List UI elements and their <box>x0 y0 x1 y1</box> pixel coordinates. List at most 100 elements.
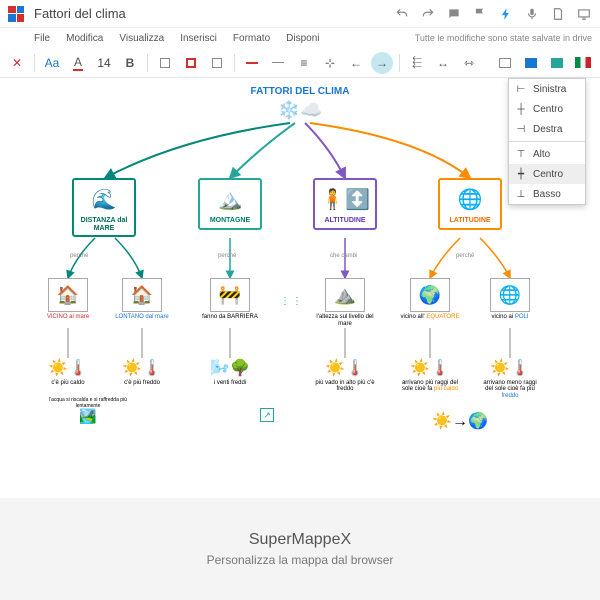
menu-disponi[interactable]: Disponi <box>286 33 319 44</box>
align-left-icon: ⊢ <box>515 83 527 95</box>
shape-button[interactable] <box>206 52 228 74</box>
menu-visualizza[interactable]: Visualizza <box>119 33 164 44</box>
document-title: Fattori del clima <box>34 6 394 21</box>
leaf-venti[interactable]: 🌬️🌳 i venti freddi <box>200 360 260 386</box>
leaf-icon: 🌬️🌳 <box>200 360 260 378</box>
leaf-sun-earth[interactable]: ☀️→🌍 <box>430 413 490 433</box>
node-distanza-mare[interactable]: 🌊 DISTANZA dal MARE <box>72 178 136 237</box>
redo-icon[interactable] <box>420 6 436 22</box>
dd-centro-v[interactable]: ┿ Centro <box>509 164 585 184</box>
align-center-v-icon: ┿ <box>515 168 527 180</box>
align-right-icon: ⊣ <box>515 123 527 135</box>
document-icon[interactable] <box>550 6 566 22</box>
align-center-icon[interactable]: ↔ <box>432 52 454 74</box>
sub-label: l'altezza sul livello del mare <box>315 314 375 327</box>
border-color-button[interactable] <box>180 52 202 74</box>
root-node-title[interactable]: FATTORI DEL CLIMA <box>251 86 350 97</box>
menu-modifica[interactable]: Modifica <box>66 33 103 44</box>
dd-basso[interactable]: ⊥Basso <box>509 184 585 204</box>
sub-label: VICINO al mare <box>47 314 89 320</box>
footer-banner: SuperMappeX Personalizza la mappa dal br… <box>0 498 600 600</box>
edge-label: perché <box>70 253 88 259</box>
sub-label: fanno da BARRIERA <box>200 314 260 321</box>
close-icon[interactable]: ✕ <box>6 52 28 74</box>
leaf-raggi-meno[interactable]: ☀️🌡️ arrivano meno raggi del sole cioè f… <box>480 360 540 399</box>
node-image-icon: 🧍↕️ <box>317 182 373 216</box>
leaf-label: arrivano meno raggi del sole cioè fa più… <box>480 380 540 400</box>
edge-label: perché <box>456 253 474 259</box>
leaf-caldo[interactable]: ☀️🌡️ c'è più caldo <box>38 360 98 386</box>
sub-poli[interactable]: 🌐 vicino ai POLI <box>480 278 540 321</box>
flag-icon[interactable] <box>472 6 488 22</box>
dd-alto[interactable]: ⊤ Alto <box>509 144 585 164</box>
dd-label: Centro <box>533 169 563 180</box>
menu-inserisci[interactable]: Inserisci <box>180 33 217 44</box>
bold-button[interactable]: B <box>119 52 141 74</box>
fill-color-button[interactable] <box>154 52 176 74</box>
leaf-label: c'è più freddo <box>112 380 172 387</box>
font-size-button[interactable]: 14 <box>93 52 115 74</box>
distribute-icon[interactable]: ⇿ <box>458 52 480 74</box>
connector-button[interactable]: ⊹ <box>319 52 341 74</box>
node-label: LATITUDINE <box>442 216 498 226</box>
footer-subtitle: Personalizza la mappa dal browser <box>207 553 394 567</box>
sub-barriera[interactable]: 🚧 fanno da BARRIERA <box>200 278 260 321</box>
dd-destra[interactable]: ⊣Destra <box>509 119 585 139</box>
leaf-raggi-piu[interactable]: ☀️🌡️ arrivano più raggi del sole cioè fa… <box>400 360 460 393</box>
menu-formato[interactable]: Formato <box>233 33 270 44</box>
undo-icon[interactable] <box>394 6 410 22</box>
mic-icon[interactable] <box>524 6 540 22</box>
leaf-tempo[interactable]: l'acqua si riscalda e si raffredda più l… <box>38 398 138 426</box>
menu-file[interactable]: File <box>34 33 50 44</box>
selection-dots-icon: ⋮⋮ <box>280 296 304 307</box>
layout-2-button[interactable] <box>520 52 542 74</box>
node-image-icon: 🌐 <box>442 182 498 216</box>
sub-altezza[interactable]: ⛰️ l'altezza sul livello del mare <box>315 278 375 327</box>
separator <box>34 54 35 72</box>
toolbar: ✕ Aa A 14 B ≡ ⊹ ← → ⬱ ↔ ⇿ ⊢Sinistra ┼Cen… <box>0 48 600 78</box>
sub-label: vicino all' EQUATORE <box>401 314 460 320</box>
sub-vicino-mare[interactable]: 🏠 VICINO al mare <box>38 278 98 321</box>
save-status: Tutte le modifiche sono state salvate in… <box>415 33 592 43</box>
align-left-icon[interactable]: ⬱ <box>406 52 428 74</box>
dd-label: Alto <box>533 149 550 160</box>
present-icon[interactable] <box>576 6 592 22</box>
leaf-label: arrivano più raggi del sole cioè fa più … <box>400 380 460 393</box>
leaf-vado[interactable]: ☀️🌡️ più vado in alto più c'è freddo <box>315 360 375 393</box>
leaf-label: i venti freddi <box>200 380 260 387</box>
dd-label: Centro <box>533 104 563 115</box>
line-color-button[interactable] <box>241 52 263 74</box>
sub-equatore[interactable]: 🌍 vicino all' EQUATORE <box>400 278 460 321</box>
line-style-button[interactable] <box>267 52 289 74</box>
node-montagne[interactable]: 🏔️ MONTAGNE <box>198 178 262 230</box>
header-actions <box>394 6 592 22</box>
leaf-icon: ☀️🌡️ <box>112 360 172 378</box>
bolt-icon[interactable] <box>498 6 514 22</box>
leaf-freddo[interactable]: ☀️🌡️ c'è più freddo <box>112 360 172 386</box>
arrow-end-button[interactable]: → <box>371 52 393 74</box>
text-color-button[interactable]: A <box>67 52 89 74</box>
sub-image-icon: 🏠 <box>48 278 88 312</box>
align-top-icon: ⊤ <box>515 148 527 160</box>
sub-image-icon: 🌍 <box>410 278 450 312</box>
font-family-button[interactable]: Aa <box>41 52 63 74</box>
line-weight-button[interactable]: ≡ <box>293 52 315 74</box>
layout-1-button[interactable] <box>494 52 516 74</box>
leaf-icon: ☀️🌡️ <box>400 360 460 378</box>
arrow-start-button[interactable]: ← <box>345 52 367 74</box>
separator <box>509 141 585 142</box>
flag-it-icon <box>575 57 591 68</box>
app-header: Fattori del clima <box>0 0 600 28</box>
dd-sinistra[interactable]: ⊢Sinistra <box>509 79 585 99</box>
node-label: MONTAGNE <box>202 216 258 226</box>
language-button[interactable] <box>572 52 594 74</box>
node-altitudine[interactable]: 🧍↕️ ALTITUDINE <box>313 178 377 230</box>
dd-centro-h[interactable]: ┼Centro <box>509 99 585 119</box>
layout-3-button[interactable] <box>546 52 568 74</box>
node-latitudine[interactable]: 🌐 LATITUDINE <box>438 178 502 230</box>
sub-lontano-mare[interactable]: 🏠 LONTANO dal mare <box>112 278 172 321</box>
node-handle-icon[interactable]: ↗ <box>260 408 274 422</box>
sub-image-icon: 🚧 <box>210 278 250 312</box>
comment-icon[interactable] <box>446 6 462 22</box>
leaf-label: c'è più caldo <box>38 380 98 387</box>
